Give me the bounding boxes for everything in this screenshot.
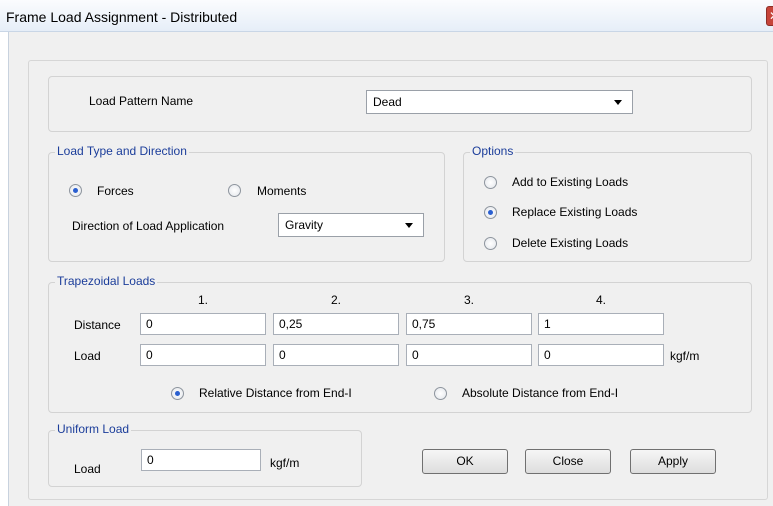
moments-label[interactable]: Moments	[257, 184, 306, 198]
distance-field-3[interactable]: 0,75	[406, 313, 532, 335]
add-existing-radio[interactable]	[484, 176, 497, 189]
trapezoidal-group-title: Trapezoidal Loads	[55, 274, 158, 288]
forces-radio[interactable]	[69, 184, 82, 197]
distance-field-2[interactable]: 0,25	[273, 313, 399, 335]
apply-button[interactable]: Apply	[630, 449, 716, 474]
distance-field-4[interactable]: 1	[538, 313, 664, 335]
forces-label[interactable]: Forces	[97, 184, 134, 198]
load-field-1[interactable]: 0	[140, 344, 266, 366]
uniform-load-group-title: Uniform Load	[55, 422, 132, 436]
absolute-distance-radio[interactable]	[434, 387, 447, 400]
load-type-group: Load Type and Direction	[48, 144, 445, 262]
replace-existing-radio[interactable]	[484, 206, 497, 219]
load-field-2[interactable]: 0	[273, 344, 399, 366]
uniform-unit-label: kgf/m	[270, 456, 300, 470]
column-header-2: 2.	[331, 293, 342, 307]
window-title: Frame Load Assignment - Distributed	[6, 9, 238, 25]
absolute-distance-label[interactable]: Absolute Distance from End-I	[462, 386, 618, 400]
relative-distance-label[interactable]: Relative Distance from End-I	[199, 386, 352, 400]
delete-existing-radio[interactable]	[484, 237, 497, 250]
load-field-4[interactable]: 0	[538, 344, 664, 366]
load-type-group-title: Load Type and Direction	[55, 144, 189, 158]
column-header-4: 4.	[596, 293, 607, 307]
direction-label: Direction of Load Application	[72, 219, 225, 233]
distance-row-label: Distance	[74, 318, 121, 332]
load-pattern-value: Dead	[373, 95, 402, 109]
direction-select[interactable]: Gravity	[278, 213, 424, 237]
replace-existing-label[interactable]: Replace Existing Loads	[512, 205, 637, 219]
close-button[interactable]: Close	[525, 449, 611, 474]
chevron-down-icon	[405, 223, 413, 228]
relative-distance-radio[interactable]	[171, 387, 184, 400]
chevron-down-icon	[614, 100, 622, 105]
uniform-load-label: Load	[74, 462, 101, 476]
uniform-load-field[interactable]: 0	[141, 449, 261, 471]
load-pattern-select[interactable]: Dead	[366, 90, 633, 114]
options-group-title: Options	[470, 144, 516, 158]
window-close-button[interactable]: ✕	[766, 6, 773, 26]
trapezoidal-unit-label: kgf/m	[670, 349, 700, 363]
window-titlebar: Frame Load Assignment - Distributed ✕	[0, 0, 773, 32]
add-existing-label[interactable]: Add to Existing Loads	[512, 175, 628, 189]
distance-field-1[interactable]: 0	[140, 313, 266, 335]
ok-button[interactable]: OK	[422, 449, 508, 474]
column-header-1: 1.	[198, 293, 209, 307]
delete-existing-label[interactable]: Delete Existing Loads	[512, 236, 628, 250]
moments-radio[interactable]	[228, 184, 241, 197]
load-row-label: Load	[74, 349, 101, 363]
column-header-3: 3.	[464, 293, 475, 307]
load-pattern-label: Load Pattern Name	[89, 94, 194, 108]
load-field-3[interactable]: 0	[406, 344, 532, 366]
direction-value: Gravity	[285, 218, 324, 232]
